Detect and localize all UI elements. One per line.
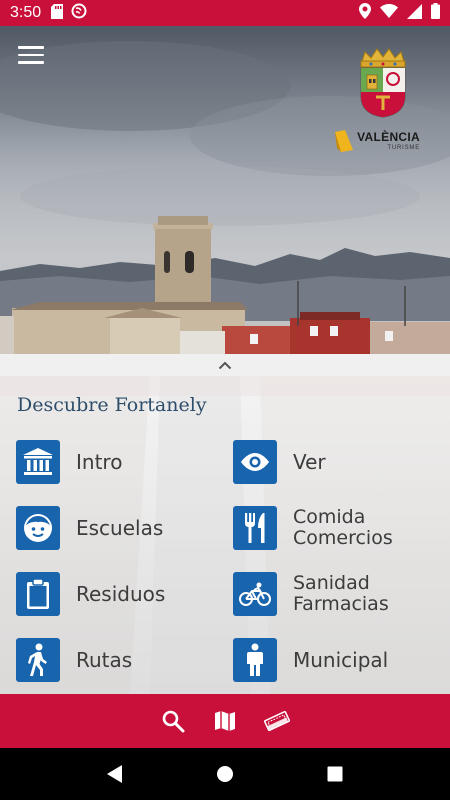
menu-label-rutas: Rutas xyxy=(76,648,133,672)
back-icon[interactable] xyxy=(95,754,135,794)
menu-item-intro[interactable]: Intro xyxy=(16,440,122,484)
menu-label-municipal: Municipal xyxy=(293,648,389,672)
menu-label-intro: Intro xyxy=(76,450,123,474)
sd-card-icon xyxy=(51,3,64,23)
search-icon[interactable] xyxy=(159,707,187,735)
no-signal-app-icon xyxy=(71,3,87,23)
town-coat-of-arms xyxy=(356,46,410,122)
map-icon[interactable] xyxy=(211,707,239,735)
menu-label-sanidad: Sanidad xyxy=(293,572,370,595)
collapse-panel-handle[interactable] xyxy=(0,354,450,376)
wifi-icon xyxy=(380,4,398,22)
location-icon xyxy=(359,3,371,23)
discover-menu-panel: Descubre Fortanely Intro Ver Escuelas Co… xyxy=(0,376,450,694)
hamburger-menu-icon[interactable] xyxy=(18,46,44,66)
menu-label-farmacias: Farmacias xyxy=(293,593,389,615)
person-icon xyxy=(233,638,277,682)
hero-banner: VALÈNCIA TURISME xyxy=(0,26,450,356)
chevron-up-icon xyxy=(218,361,232,369)
menu-item-rutas[interactable]: Rutas xyxy=(16,638,132,682)
valencia-brand-mark-icon xyxy=(335,130,354,152)
menu-item-municipal[interactable]: Municipal xyxy=(233,638,388,682)
menu-label-residuos: Residuos xyxy=(76,582,166,606)
menu-item-escuelas[interactable]: Escuelas xyxy=(16,506,163,550)
logo-sub-text: TURISME xyxy=(387,145,420,151)
fork-knife-icon xyxy=(233,506,277,550)
eye-icon xyxy=(233,440,277,484)
menu-item-ver[interactable]: Ver xyxy=(233,440,326,484)
menu-label-escuelas: Escuelas xyxy=(76,516,164,540)
recents-icon[interactable] xyxy=(315,754,355,794)
valencia-turisme-logo: VALÈNCIA TURISME xyxy=(335,130,420,152)
menu-label-ver: Ver xyxy=(293,450,326,474)
section-title: Descubre Fortanely xyxy=(17,394,207,416)
menu-label-sanidad-farmacias: Sanidad Farmacias xyxy=(293,573,389,615)
logo-brand-text: VALÈNCIA xyxy=(357,130,420,144)
clipboard-icon xyxy=(16,572,60,616)
home-icon[interactable] xyxy=(205,754,245,794)
tickets-icon[interactable] xyxy=(263,707,291,735)
system-navigation-bar xyxy=(0,748,450,800)
cell-signal-icon xyxy=(407,3,422,23)
status-time: 3:50 xyxy=(10,4,42,21)
bottom-app-bar xyxy=(0,694,450,748)
menu-item-residuos[interactable]: Residuos xyxy=(16,572,165,616)
museum-icon xyxy=(16,440,60,484)
menu-item-comida-comercios[interactable]: Comida Comercios xyxy=(233,506,393,550)
status-bar: 3:50 xyxy=(0,0,450,26)
menu-item-sanidad-farmacias[interactable]: Sanidad Farmacias xyxy=(233,572,389,616)
walking-person-icon xyxy=(16,638,60,682)
menu-label-comida: Comida xyxy=(293,506,366,529)
menu-label-comercios: Comercios xyxy=(293,527,393,549)
battery-icon xyxy=(431,3,440,23)
bicycle-icon xyxy=(233,572,277,616)
menu-label-comida-comercios: Comida Comercios xyxy=(293,507,393,549)
child-face-icon xyxy=(16,506,60,550)
